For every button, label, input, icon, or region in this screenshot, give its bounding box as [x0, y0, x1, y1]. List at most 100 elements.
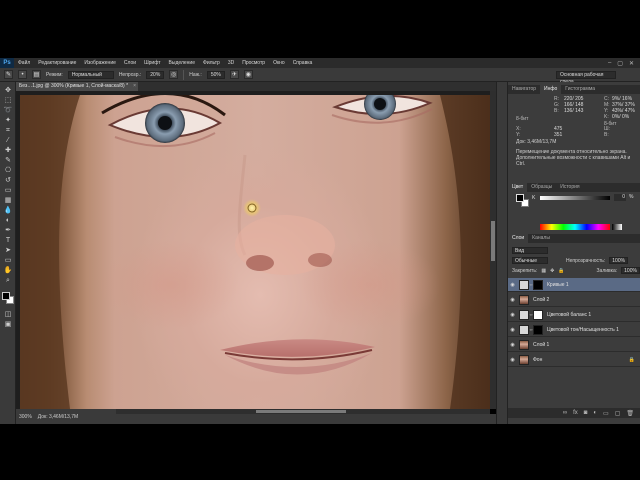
menu-type[interactable]: Шрифт: [140, 60, 164, 66]
layer-filter-select[interactable]: Вид: [512, 247, 548, 254]
menu-image[interactable]: Изображение: [80, 60, 120, 66]
move-tool-icon[interactable]: ✥: [3, 86, 13, 95]
layer-mask-thumbnail[interactable]: [533, 324, 543, 335]
brush-preset-icon[interactable]: ✎: [4, 70, 13, 79]
menu-layers[interactable]: Слои: [120, 60, 140, 66]
layer-row-color-balance[interactable]: ◉ ∞ Цветовой баланс 1: [508, 308, 640, 322]
layer-mask-thumbnail[interactable]: [533, 309, 543, 320]
new-layer-icon[interactable]: ▢: [615, 410, 621, 417]
visibility-eye-icon[interactable]: ◉: [508, 357, 517, 363]
menu-select[interactable]: Выделение: [165, 60, 200, 66]
adjustment-thumbnail: [519, 279, 529, 290]
tab-history[interactable]: История: [556, 183, 583, 192]
workspace-select[interactable]: Основная рабочая среда: [556, 70, 616, 85]
pen-tool-icon[interactable]: ✒: [3, 226, 13, 235]
brush-tool-icon[interactable]: ✎: [3, 156, 13, 165]
close-tab-icon[interactable]: ×: [133, 82, 136, 91]
tab-color[interactable]: Цвет: [508, 183, 528, 192]
layer-mask-thumbnail[interactable]: [533, 279, 543, 290]
opacity-field[interactable]: 20%: [146, 70, 165, 79]
healing-brush-tool-icon[interactable]: ✚: [3, 146, 13, 155]
zoom-level[interactable]: 300%: [19, 414, 32, 420]
layer-opacity-field[interactable]: 100%: [609, 257, 629, 264]
foreground-color-swatch[interactable]: [2, 292, 10, 300]
clone-stamp-tool-icon[interactable]: ⎔: [3, 166, 13, 175]
layer-row-curves[interactable]: ◉ ∞ Кривые 1: [508, 278, 640, 292]
visibility-eye-icon[interactable]: ◉: [508, 342, 517, 348]
brush-size-icon[interactable]: •: [18, 70, 27, 79]
menu-window[interactable]: Окно: [269, 60, 289, 66]
layer-row-hue-saturation[interactable]: ◉ ∞ Цветовой тон/Насыщенность 1: [508, 323, 640, 337]
layer-row-layer2[interactable]: ◉ Слой 2: [508, 293, 640, 307]
tab-navigator[interactable]: Навигатор: [508, 85, 540, 94]
photo-portrait[interactable]: [20, 95, 494, 409]
menu-view[interactable]: Просмотр: [238, 60, 269, 66]
new-group-icon[interactable]: ▭: [603, 410, 609, 417]
hand-tool-icon[interactable]: ✋: [3, 266, 13, 275]
tab-info[interactable]: Инфо: [540, 85, 562, 94]
horizontal-scroll-thumb[interactable]: [256, 410, 346, 413]
visibility-eye-icon[interactable]: ◉: [508, 282, 517, 288]
history-brush-tool-icon[interactable]: ↺: [3, 176, 13, 185]
layer-row-background[interactable]: ◉ Фон 🔒: [508, 353, 640, 367]
delete-layer-icon[interactable]: 🗑: [626, 410, 634, 417]
link-layers-icon[interactable]: ∞: [563, 410, 567, 416]
layer-style-icon[interactable]: fx: [573, 410, 578, 416]
foreground-color-swatch[interactable]: [516, 194, 524, 202]
quick-select-tool-icon[interactable]: ✦: [3, 116, 13, 125]
marquee-tool-icon[interactable]: ⬚: [3, 96, 13, 105]
shape-tool-icon[interactable]: ▭: [3, 256, 13, 265]
lock-position-icon[interactable]: ✥: [550, 268, 554, 274]
visibility-eye-icon[interactable]: ◉: [508, 312, 517, 318]
tab-histogram[interactable]: Гистограмма: [561, 85, 599, 94]
adjustment-layer-icon[interactable]: ◐: [593, 410, 597, 416]
flow-field[interactable]: 50%: [206, 70, 225, 79]
brush-panel-icon[interactable]: ▤: [32, 70, 41, 79]
mode-select[interactable]: Нормальный: [67, 70, 114, 79]
menu-edit[interactable]: Редактирование: [34, 60, 80, 66]
pressure-size-icon[interactable]: ◉: [243, 70, 253, 79]
gradient-tool-icon[interactable]: ▦: [3, 196, 13, 205]
add-mask-icon[interactable]: ◙: [584, 410, 588, 416]
menu-3d[interactable]: 3D: [224, 60, 238, 66]
menu-help[interactable]: Справка: [289, 60, 317, 66]
document-tab[interactable]: Без…1.jpg @ 300% (Кривые 1, Слой-маска/8…: [16, 82, 139, 91]
color-spectrum-bar[interactable]: [540, 224, 610, 230]
lock-all-icon[interactable]: 🔒: [558, 268, 564, 274]
blur-tool-icon[interactable]: 💧: [3, 206, 13, 215]
path-select-tool-icon[interactable]: ➤: [3, 246, 13, 255]
close-icon[interactable]: ✕: [629, 60, 634, 67]
blend-row: Обычные Непрозрачность: 100%: [508, 256, 640, 265]
document-canvas[interactable]: [16, 91, 494, 409]
type-tool-icon[interactable]: T: [3, 236, 13, 245]
quick-mask-icon[interactable]: ◫: [3, 310, 13, 319]
eyedropper-tool-icon[interactable]: ⁄: [3, 136, 13, 145]
airbrush-icon[interactable]: ✈: [229, 70, 239, 79]
tab-channels[interactable]: Каналы: [528, 234, 554, 243]
menu-filter[interactable]: Фильтр: [199, 60, 224, 66]
dodge-tool-icon[interactable]: ◐: [3, 216, 13, 225]
layer-row-layer1[interactable]: ◉ Слой 1: [508, 338, 640, 352]
vertical-scroll-thumb[interactable]: [491, 221, 495, 261]
k-channel-value[interactable]: 0: [614, 194, 626, 201]
lasso-tool-icon[interactable]: ➰: [3, 106, 13, 115]
letterbox-top: [0, 0, 640, 58]
tab-swatches[interactable]: Образцы: [527, 183, 556, 192]
eraser-tool-icon[interactable]: ▭: [3, 186, 13, 195]
menu-file[interactable]: Файл: [14, 60, 34, 66]
maximize-icon[interactable]: ▢: [617, 60, 623, 67]
fill-field[interactable]: 100%: [621, 267, 640, 274]
lock-pixels-icon[interactable]: ▦: [541, 268, 546, 274]
zoom-tool-icon[interactable]: ⌕: [3, 276, 13, 285]
k-channel-slider[interactable]: [540, 196, 610, 200]
visibility-eye-icon[interactable]: ◉: [508, 327, 517, 333]
visibility-eye-icon[interactable]: ◉: [508, 297, 517, 303]
horizontal-scrollbar[interactable]: [116, 409, 490, 414]
pressure-opacity-icon[interactable]: ◎: [169, 70, 179, 79]
grayscale-ramp[interactable]: [612, 224, 622, 230]
screen-mode-icon[interactable]: ▣: [3, 320, 13, 329]
blend-mode-select[interactable]: Обычные: [512, 257, 548, 264]
minimize-icon[interactable]: –: [608, 60, 611, 67]
crop-tool-icon[interactable]: ⌗: [3, 126, 13, 135]
tab-layers[interactable]: Слои: [508, 234, 529, 243]
